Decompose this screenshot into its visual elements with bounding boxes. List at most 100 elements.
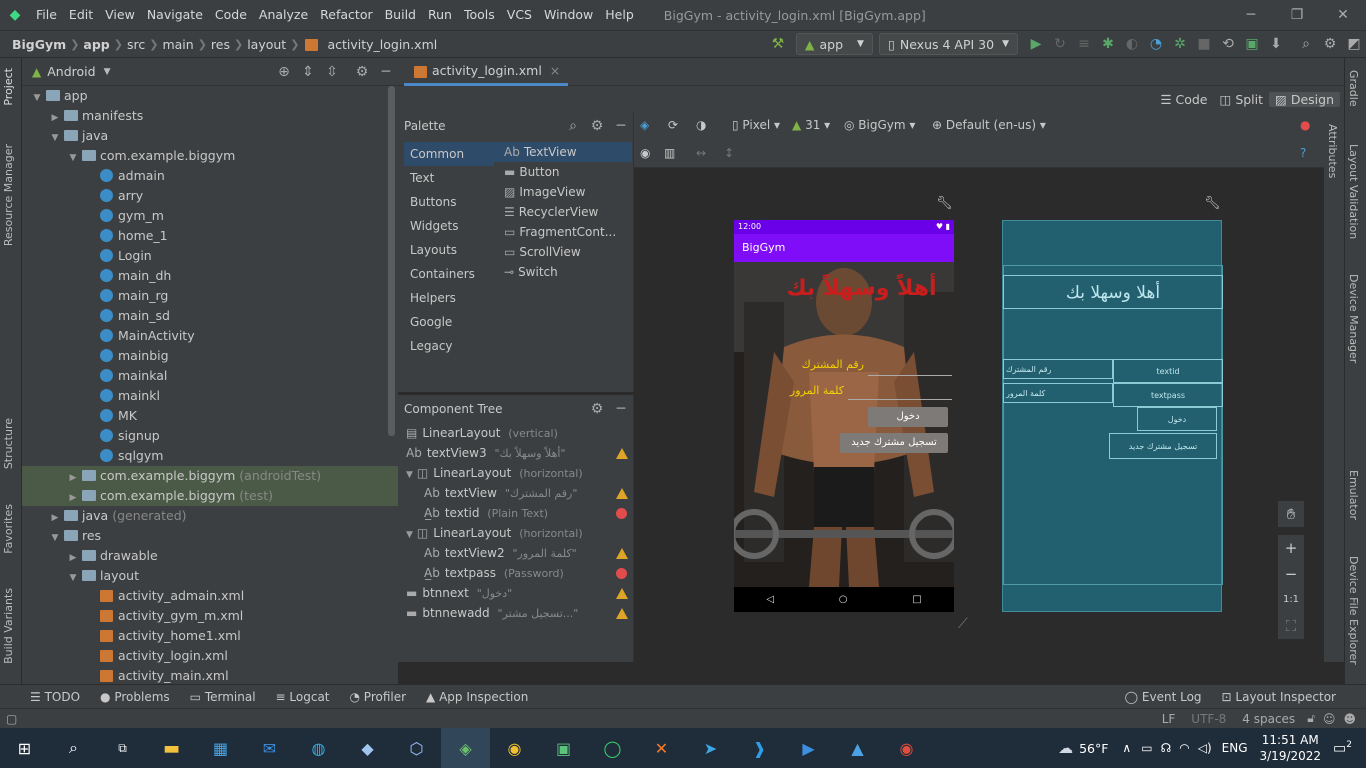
palette-item[interactable]: Ab TextView [494, 142, 632, 162]
component-tree-row[interactable]: Ab textView2 "كلمة المرور" [398, 543, 634, 563]
warning-icon[interactable] [616, 548, 628, 559]
wifi-icon[interactable]: ◠ [1179, 741, 1189, 755]
mail-icon[interactable]: ✉ [245, 728, 294, 768]
tree-item[interactable]: ▼ res [22, 526, 398, 546]
breadcrumb-app[interactable]: app [79, 37, 113, 52]
blueprint-textid[interactable]: textid [1113, 359, 1223, 383]
scrollbar[interactable] [388, 86, 395, 436]
wrench-icon[interactable]: 🔧︎ [1204, 196, 1221, 211]
minimize-icon[interactable]: ─ [1228, 7, 1274, 23]
tree-item[interactable]: ▼ java [22, 126, 398, 146]
palette-category[interactable]: Common [404, 142, 494, 166]
attach-process-icon[interactable]: ✲ [1168, 36, 1192, 52]
eye-icon[interactable]: ◉ [640, 146, 650, 160]
tree-item[interactable]: MainActivity [22, 326, 398, 346]
collapse-all-icon[interactable]: ⇳ [320, 64, 344, 80]
line-separator[interactable]: LF [1154, 712, 1184, 726]
todo-tool-button[interactable]: ☰ TODO [20, 690, 90, 704]
tab-gradle[interactable]: Gradle [1347, 70, 1360, 107]
expand-all-icon[interactable]: ⇕ [296, 64, 320, 80]
warning-icon[interactable] [616, 488, 628, 499]
inspection-icon[interactable]: ☺ [1319, 712, 1340, 726]
chevron-down-icon[interactable]: ▼ [48, 128, 62, 148]
profiler-tool-button[interactable]: ◔ Profiler [340, 690, 417, 704]
blueprint-toggle-icon[interactable]: ▥ [664, 146, 675, 160]
horizontal-constraint-icon[interactable]: ↔ [696, 146, 706, 160]
warning-icon[interactable] [616, 608, 628, 619]
tab-layout-validation[interactable]: Layout Validation [1347, 144, 1360, 239]
tab-attributes[interactable]: Attributes [1326, 124, 1339, 178]
box-app-icon[interactable]: ◆ [343, 728, 392, 768]
login-button[interactable]: دخول [868, 407, 948, 427]
tab-structure[interactable]: Structure [2, 418, 15, 469]
design-surface-icon[interactable]: ◈ [640, 118, 649, 132]
logcat-tool-button[interactable]: ≡ Logcat [266, 690, 340, 704]
error-icon[interactable] [616, 568, 627, 579]
palette-item[interactable]: ▭ FragmentCont... [494, 222, 632, 242]
gear-icon[interactable]: ⚙ [585, 112, 609, 140]
file-encoding[interactable]: UTF-8 [1183, 712, 1234, 726]
component-tree-row[interactable]: ▼ ◫ LinearLayout (horizontal) [398, 523, 634, 543]
chevron-down-icon[interactable]: ▼ [104, 67, 111, 77]
hide-icon[interactable]: ─ [374, 64, 398, 80]
palette-category[interactable]: Layouts [404, 238, 494, 262]
event-log-button[interactable]: ◯ Event Log [1115, 690, 1212, 704]
blueprint-register-button[interactable]: تسجيل مشترك جديد [1109, 433, 1217, 459]
tree-item[interactable]: activity_main.xml [22, 666, 398, 686]
android-studio-icon[interactable]: ◈ [441, 728, 490, 768]
device-select[interactable]: ▯ Nexus 4 API 30 ▼ [878, 33, 1018, 55]
palette-item[interactable]: ▨ ImageView [494, 182, 632, 202]
tree-item[interactable]: main_sd [22, 306, 398, 326]
orientation-icon[interactable]: ⟳ [668, 118, 678, 132]
run-config-select[interactable]: ▲ app ▼ [795, 33, 873, 55]
palette-category[interactable]: Legacy [404, 334, 494, 358]
zoom-ratio-button[interactable]: 1:1 [1278, 587, 1304, 613]
vscode-icon[interactable]: ❱ [735, 728, 784, 768]
indent-setting[interactable]: 4 spaces [1234, 712, 1303, 726]
tab-favorites[interactable]: Favorites [2, 504, 15, 554]
wrench-icon[interactable]: 🔧︎ [936, 196, 953, 211]
zoom-to-fit-icon[interactable]: ⛶ [1278, 613, 1304, 639]
network-icon[interactable]: ☊ [1161, 741, 1172, 755]
apply-changes-icon[interactable]: ≡ [1072, 36, 1096, 52]
register-button[interactable]: تسجيل مشترك جديد [840, 433, 948, 453]
menu-run[interactable]: Run [422, 0, 458, 30]
volume-icon[interactable]: ◁) [1198, 741, 1212, 755]
palette-item[interactable]: ⊸ Switch [494, 262, 632, 282]
blueprint-textpass[interactable]: textpass [1113, 383, 1223, 407]
chrome-profile-icon[interactable]: ◉ [882, 728, 931, 768]
tree-item[interactable]: Login [22, 246, 398, 266]
locate-icon[interactable]: ⊕ [272, 64, 296, 80]
tree-item[interactable]: admain [22, 166, 398, 186]
code-view-button[interactable]: ☰ Code [1154, 92, 1213, 107]
menu-navigate[interactable]: Navigate [141, 0, 209, 30]
tree-item[interactable]: activity_gym_m.xml [22, 606, 398, 626]
tree-item[interactable]: signup [22, 426, 398, 446]
menu-code[interactable]: Code [209, 0, 253, 30]
menu-file[interactable]: File [30, 0, 63, 30]
palette-category[interactable]: Google [404, 310, 494, 334]
tree-item[interactable]: mainbig [22, 346, 398, 366]
split-view-button[interactable]: ◫ Split [1214, 92, 1270, 107]
chevron-right-icon[interactable]: ▶ [66, 548, 80, 568]
language-indicator[interactable]: ENG [1222, 741, 1248, 755]
menu-window[interactable]: Window [538, 0, 599, 30]
blueprint-welcome[interactable]: أهلا وسهلا بك [1003, 275, 1223, 309]
locale-select[interactable]: ⊕ Default (en-us) ▾ [932, 118, 1046, 132]
resize-handle-icon[interactable]: ⟋ [958, 616, 968, 632]
app-inspection-tool-button[interactable]: ▲ App Inspection [416, 690, 538, 704]
component-tree-row[interactable]: ▬ btnnewadd "تسجيل مشتر..." [398, 603, 634, 623]
photos-icon[interactable]: ▲ [833, 728, 882, 768]
component-tree-row[interactable]: ▬ btnnext "دخول" [398, 583, 634, 603]
blueprint-login-button[interactable]: دخول [1137, 407, 1217, 431]
xampp-icon[interactable]: ✕ [637, 728, 686, 768]
lock-icon[interactable]: 🔓︎ [1303, 711, 1319, 726]
menu-edit[interactable]: Edit [63, 0, 99, 30]
tree-item[interactable]: sqlgym [22, 446, 398, 466]
palette-category[interactable]: Widgets [404, 214, 494, 238]
settings-icon[interactable]: ⚙ [1318, 36, 1342, 52]
member-input[interactable] [868, 354, 952, 376]
task-view-icon[interactable]: ⧉ [98, 728, 147, 768]
chevron-down-icon[interactable]: ▼ [66, 568, 80, 588]
component-tree-row[interactable]: ▼ ◫ LinearLayout (horizontal) [398, 463, 634, 483]
